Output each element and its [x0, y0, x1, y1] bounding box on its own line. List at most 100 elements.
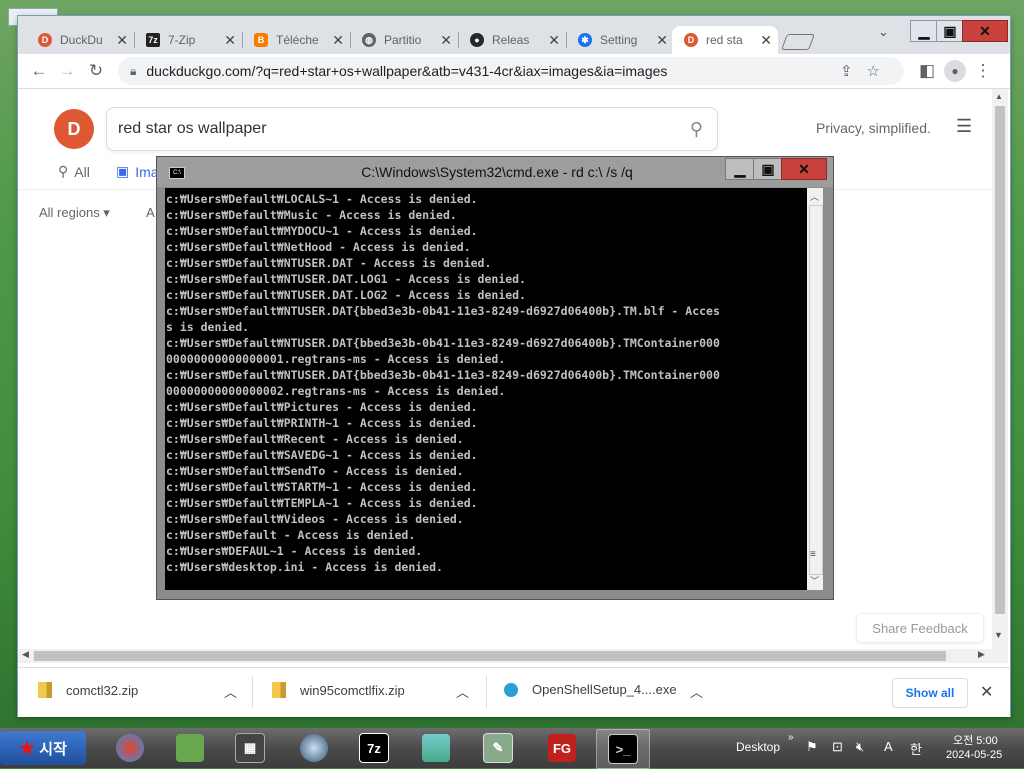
close-icon[interactable]: ✕: [548, 32, 560, 49]
network-icon[interactable]: ⊡: [832, 739, 843, 755]
show-all-button[interactable]: Show all: [892, 678, 968, 708]
reload-icon[interactable]: ↻: [85, 60, 107, 82]
flag-icon[interactable]: ⚑: [806, 739, 818, 755]
lock-icon: 🔒︎: [130, 63, 137, 78]
video-icon: ▦: [235, 733, 265, 763]
hamburger-menu-icon[interactable]: ☰: [956, 116, 972, 137]
image-icon: ▣: [116, 163, 130, 179]
browser-toolbar: ← → ↻ 🔒︎ duckduckgo.com/?q=red+star+os+w…: [18, 54, 1010, 89]
address-bar[interactable]: 🔒︎ duckduckgo.com/?q=red+star+os+wallpap…: [118, 57, 904, 85]
download-item[interactable]: comctl32.zip: [38, 682, 138, 698]
maximize-button[interactable]: ▣: [753, 158, 783, 180]
chevron-up-icon[interactable]: ︿: [456, 682, 469, 701]
scroll-left-icon[interactable]: ◀: [22, 649, 29, 660]
tab-label: 7-Zip: [168, 33, 196, 47]
close-icon[interactable]: ✕: [980, 682, 993, 702]
cmd-titlebar[interactable]: C:\ C:\Windows\System32\cmd.exe - rd c:\…: [157, 157, 833, 187]
7zip-icon: 7z: [359, 733, 389, 763]
menu-kebab-icon[interactable]: ⋮: [972, 60, 994, 82]
tools-icon: ✎: [483, 733, 513, 763]
region-filter-dropdown[interactable]: All regions ▾: [39, 205, 110, 221]
tab-label: DuckDu: [60, 33, 103, 47]
profile-avatar-icon[interactable]: ●: [944, 60, 966, 82]
tab-label: Partitio: [384, 33, 422, 47]
tab-images[interactable]: ▣ Ima: [116, 163, 159, 180]
korean-ime-icon[interactable]: 한: [910, 739, 922, 758]
desktop-toolbar-label[interactable]: Desktop: [736, 740, 780, 754]
privacy-tagline: Privacy, simplified.: [816, 120, 931, 136]
forward-arrow-icon[interactable]: →: [56, 60, 78, 82]
scroll-grip-icon: ≡: [810, 549, 816, 560]
taskbar-tools-button[interactable]: ✎: [472, 729, 524, 767]
tab-search-chevron-icon[interactable]: ⌄: [878, 24, 889, 40]
tab-duckduckgo[interactable]: D DuckDu ✕: [26, 26, 135, 54]
scrollbar-thumb[interactable]: [995, 106, 1005, 614]
zip-file-icon: [272, 682, 286, 698]
taskbar-7zip-button[interactable]: 7z: [348, 729, 400, 767]
clock-time[interactable]: 오전 5:00: [953, 732, 998, 748]
download-filename: OpenShellSetup_4....exe: [532, 682, 677, 697]
cmd-icon[interactable]: C:\: [169, 167, 185, 179]
github-icon: ●: [470, 33, 484, 47]
search-icon[interactable]: ⚲: [690, 119, 703, 140]
tab-partition[interactable]: ◍ Partitio ✕: [350, 26, 459, 54]
new-tab-button[interactable]: [781, 34, 815, 50]
start-button[interactable]: ★ 시작: [0, 731, 86, 765]
share-feedback-button[interactable]: Share Feedback: [856, 613, 984, 643]
close-icon[interactable]: ✕: [224, 32, 236, 49]
close-window-button[interactable]: ✕: [962, 20, 1008, 42]
tab-7zip[interactable]: 7z 7-Zip ✕: [134, 26, 243, 54]
taskbar-globe-button[interactable]: [288, 729, 340, 767]
share-star-icons[interactable]: ⇪☆: [840, 62, 894, 80]
tab-settings[interactable]: ✱ Setting ✕: [566, 26, 674, 54]
taskbar-fg-button[interactable]: FG: [536, 729, 588, 767]
close-icon[interactable]: ✕: [440, 32, 452, 49]
tab-red-star-active[interactable]: D red sta ✕: [672, 26, 778, 54]
search-icon: ⚲: [58, 163, 69, 179]
duckduckgo-logo-icon[interactable]: D: [54, 109, 94, 149]
tab-telechargement[interactable]: B Téléche ✕: [242, 26, 351, 54]
gear-icon: ✱: [578, 33, 592, 47]
taskbar-cmd-button[interactable]: >_: [596, 729, 650, 769]
download-shelf: comctl32.zip ︿ win95comctlfix.zip ︿ Open…: [18, 667, 1010, 717]
scroll-down-icon[interactable]: ﹀: [810, 574, 819, 587]
taskbar-photo-button[interactable]: [410, 729, 462, 767]
close-icon[interactable]: ✕: [332, 32, 344, 49]
taskbar: ★ 시작 ▦ 7z ✎ FG >_ Desktop » ⚑ ⊡ 🔇︎ A 한 오…: [0, 728, 1024, 769]
duckduckgo-icon: D: [684, 33, 698, 47]
scroll-down-icon[interactable]: ▼: [994, 630, 1003, 640]
maximize-button[interactable]: ▣: [936, 20, 964, 42]
minimize-button[interactable]: ▁: [725, 158, 755, 180]
tab-all[interactable]: ⚲ All: [58, 163, 90, 180]
side-panel-icon[interactable]: ◧: [916, 60, 938, 82]
close-icon[interactable]: ✕: [656, 32, 668, 49]
download-item[interactable]: OpenShellSetup_4....exe: [504, 682, 677, 697]
scrollbar-thumb[interactable]: [809, 205, 823, 575]
scroll-up-icon[interactable]: ︿: [810, 190, 819, 203]
chevron-up-icon[interactable]: ︿: [690, 682, 703, 701]
download-filename: win95comctlfix.zip: [300, 682, 405, 698]
download-filename: comctl32.zip: [66, 682, 139, 698]
volume-muted-icon[interactable]: 🔇︎: [856, 739, 864, 755]
scrollbar-thumb[interactable]: [34, 651, 946, 661]
scroll-up-icon[interactable]: ▲: [995, 92, 1003, 101]
taskbar-video-button[interactable]: ▦: [224, 729, 276, 767]
close-icon[interactable]: ✕: [760, 32, 772, 49]
chevron-right-icon[interactable]: »: [788, 732, 794, 743]
download-item[interactable]: win95comctlfix.zip: [272, 682, 405, 698]
minimize-button[interactable]: ▁: [910, 20, 938, 42]
close-icon[interactable]: ✕: [116, 32, 128, 49]
clock-date[interactable]: 2024-05-25: [946, 749, 1002, 761]
console-output[interactable]: c:₩Users₩Default₩LOCALS~1 - Access is de…: [165, 188, 807, 590]
url-text: duckduckgo.com/?q=red+star+os+wallpaper&…: [146, 63, 668, 79]
back-arrow-icon[interactable]: ←: [28, 60, 50, 82]
scroll-right-icon[interactable]: ▶: [978, 649, 985, 660]
taskbar-mahjong-button[interactable]: [164, 729, 216, 767]
filter-dropdown[interactable]: A: [146, 205, 155, 220]
tab-releases[interactable]: ● Releas ✕: [458, 26, 567, 54]
search-input[interactable]: red star os wallpaper ⚲: [106, 107, 718, 151]
close-window-button[interactable]: ✕: [781, 158, 827, 180]
taskbar-browser-button[interactable]: [104, 729, 156, 767]
ime-mode-indicator[interactable]: A: [884, 739, 893, 754]
chevron-up-icon[interactable]: ︿: [224, 682, 237, 701]
